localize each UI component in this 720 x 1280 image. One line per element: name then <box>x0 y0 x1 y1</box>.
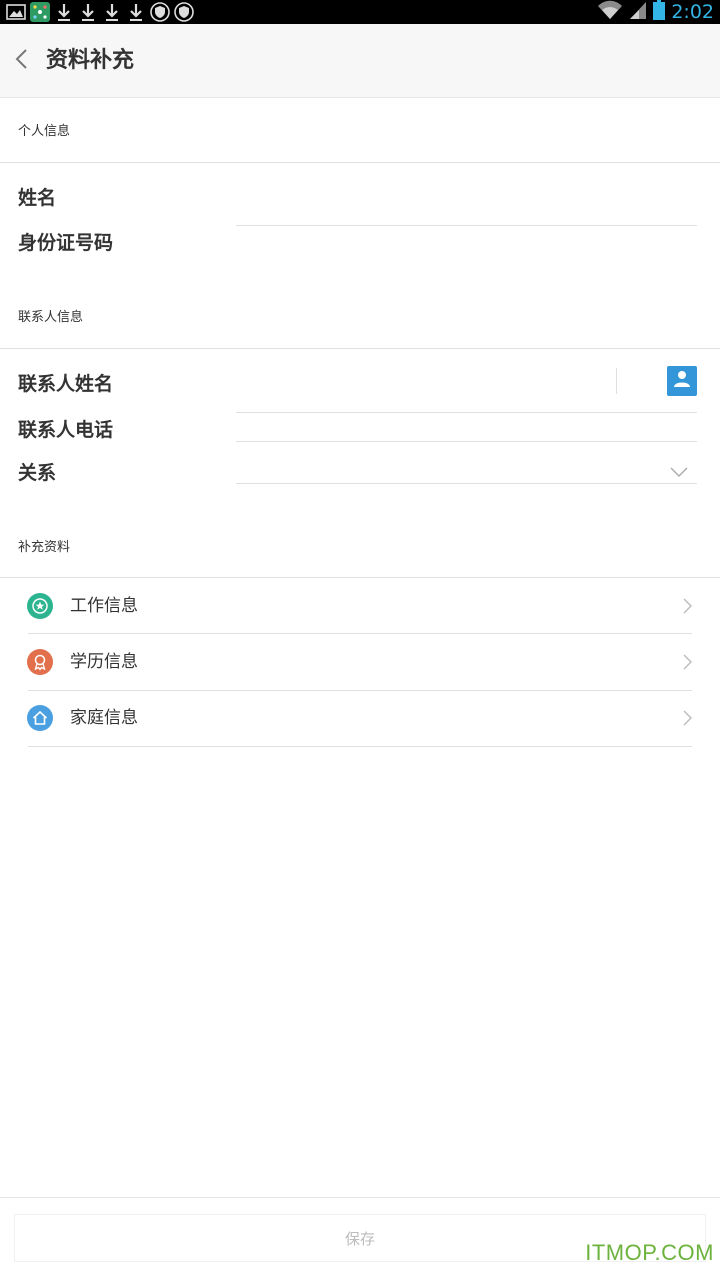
divider <box>616 368 617 394</box>
section-supplement: 补充资料 <box>0 536 720 556</box>
name-input[interactable] <box>236 182 696 212</box>
id-number-input[interactable] <box>236 226 696 256</box>
chevron-down-icon <box>670 462 690 478</box>
status-bar: 2:02 <box>0 0 720 24</box>
watermark: ITMOP.COM <box>585 1240 714 1265</box>
menu-item-work-info[interactable]: 工作信息 <box>0 578 720 634</box>
section-heading: 补充资料 <box>18 540 71 555</box>
back-button[interactable] <box>8 46 34 76</box>
menu-item-label: 工作信息 <box>70 596 138 616</box>
system-icons: 2:02 <box>597 0 714 24</box>
menu-item-label: 学历信息 <box>70 652 138 672</box>
relation-select[interactable] <box>236 450 697 482</box>
footer-bar: 保存 <box>0 1197 720 1280</box>
chevron-right-icon <box>682 598 694 614</box>
contact-name-label: 联系人姓名 <box>18 373 114 395</box>
contact-person-icon <box>674 370 690 392</box>
app-icon <box>30 2 50 22</box>
app-header: 资料补充 <box>0 24 720 98</box>
wifi-icon <box>597 0 623 24</box>
contact-phone-input[interactable] <box>236 413 696 443</box>
page-title: 资料补充 <box>46 48 135 73</box>
star-badge-icon <box>27 593 53 619</box>
battery-icon <box>653 0 666 24</box>
section-heading: 联系人信息 <box>18 310 84 325</box>
divider <box>236 483 697 484</box>
download-icon <box>126 2 146 22</box>
divider <box>0 162 720 163</box>
signal-icon <box>629 0 647 24</box>
clock: 2:02 <box>671 1 714 23</box>
notification-icons <box>6 2 194 22</box>
chevron-left-icon <box>14 48 28 74</box>
section-heading: 个人信息 <box>18 124 71 139</box>
divider <box>0 348 720 349</box>
shield-icon <box>150 2 170 22</box>
divider <box>28 746 692 747</box>
chevron-right-icon <box>682 654 694 670</box>
id-number-label: 身份证号码 <box>18 232 114 254</box>
divider <box>236 441 697 442</box>
contact-picker-button[interactable] <box>667 366 697 396</box>
award-icon <box>27 649 53 675</box>
section-personal-info: 个人信息 <box>0 120 720 140</box>
download-icon <box>54 2 74 22</box>
image-icon <box>6 2 26 22</box>
menu-item-family-info[interactable]: 家庭信息 <box>0 690 720 746</box>
menu-item-label: 家庭信息 <box>70 708 138 728</box>
home-icon <box>27 705 53 731</box>
section-contact-info: 联系人信息 <box>0 306 720 326</box>
download-icon <box>102 2 122 22</box>
chevron-right-icon <box>682 710 694 726</box>
contact-phone-label: 联系人电话 <box>18 419 114 441</box>
contact-name-input[interactable] <box>236 366 612 396</box>
relation-label: 关系 <box>18 462 57 484</box>
download-icon <box>78 2 98 22</box>
shield-icon <box>174 2 194 22</box>
name-label: 姓名 <box>18 187 57 209</box>
menu-item-education-info[interactable]: 学历信息 <box>0 634 720 690</box>
